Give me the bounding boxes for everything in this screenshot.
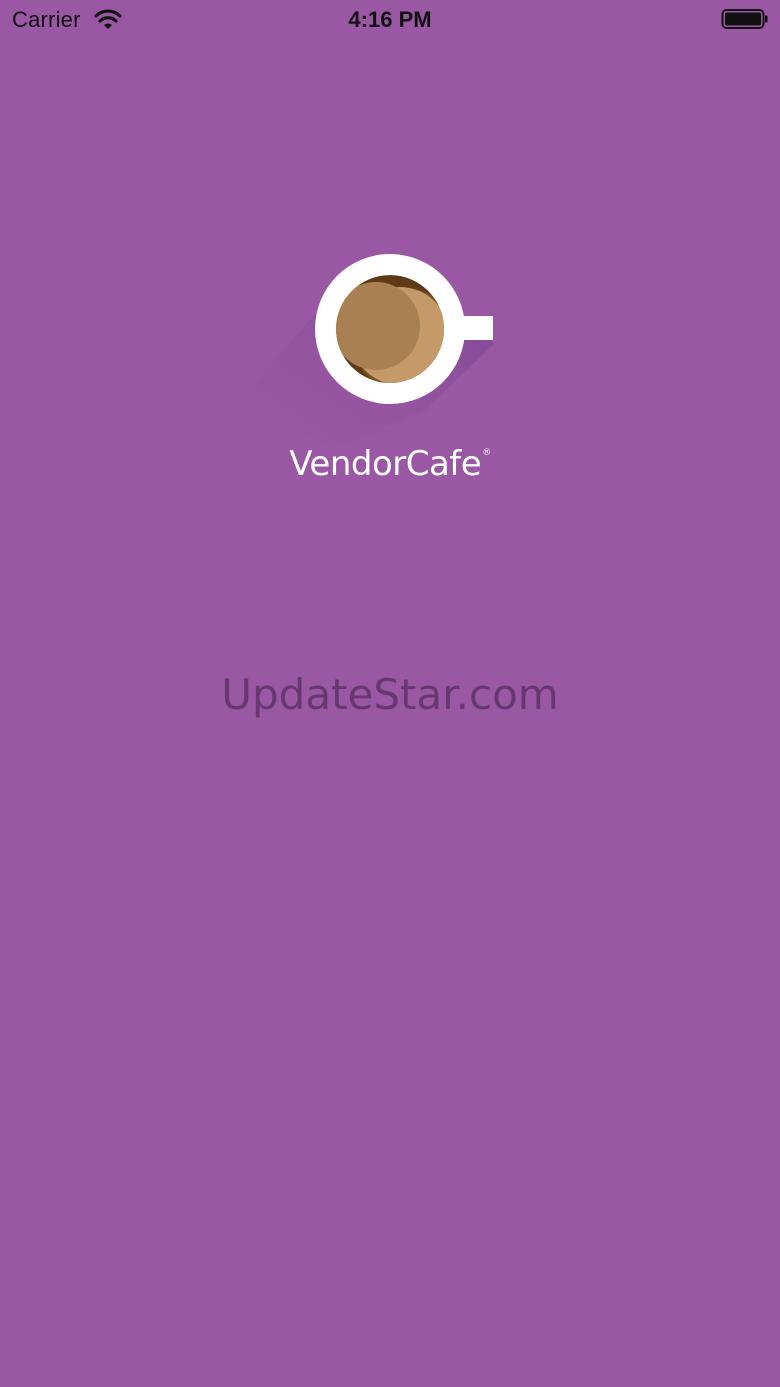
battery-icon bbox=[721, 9, 768, 29]
brand-name: VendorCafe® bbox=[0, 444, 780, 484]
status-time: 4:16 PM bbox=[348, 7, 432, 32]
brand-name-text: VendorCafe bbox=[289, 444, 482, 484]
status-bar: Carrier 4:16 PM bbox=[0, 0, 780, 40]
registered-mark: ® bbox=[482, 448, 491, 458]
watermark-text: UpdateStar.com bbox=[221, 670, 559, 719]
